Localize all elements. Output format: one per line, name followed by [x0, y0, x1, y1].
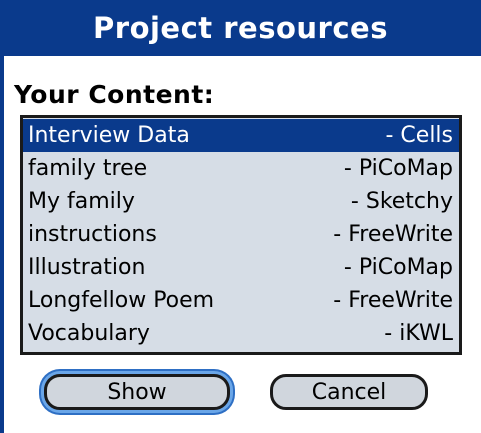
list-item[interactable]: instructions - FreeWrite	[23, 218, 459, 251]
item-name: Illustration	[28, 255, 146, 280]
item-name: family tree	[28, 156, 148, 181]
show-button[interactable]: Show	[44, 374, 230, 410]
dialog-frame	[0, 0, 4, 433]
cancel-button[interactable]: Cancel	[270, 374, 428, 410]
item-name: Longfellow Poem	[28, 288, 215, 313]
list-item[interactable]: My family - Sketchy	[23, 185, 459, 218]
item-type: - PiCoMap	[343, 156, 453, 181]
item-type: - PiCoMap	[343, 255, 453, 280]
content-list[interactable]: Interview Data - Cells family tree - PiC…	[20, 115, 462, 355]
list-item[interactable]: Longfellow Poem - FreeWrite	[23, 284, 459, 317]
item-name: Interview Data	[28, 123, 190, 148]
project-resources-dialog: Project resources Your Content: Intervie…	[0, 0, 481, 433]
item-type: - Cells	[385, 123, 453, 148]
section-label: Your Content:	[14, 80, 215, 109]
dialog-title: Project resources	[0, 0, 481, 56]
item-type: - FreeWrite	[333, 222, 453, 247]
item-name: My family	[28, 189, 135, 214]
item-type: - Sketchy	[350, 189, 453, 214]
list-item[interactable]: Interview Data - Cells	[23, 119, 459, 152]
list-item[interactable]: Illustration - PiCoMap	[23, 251, 459, 284]
item-name: instructions	[28, 222, 157, 247]
item-type: - FreeWrite	[333, 288, 453, 313]
item-type: - iKWL	[384, 321, 453, 346]
list-item[interactable]: family tree - PiCoMap	[23, 152, 459, 185]
item-name: Vocabulary	[28, 321, 150, 346]
list-item[interactable]: Vocabulary - iKWL	[23, 317, 459, 350]
